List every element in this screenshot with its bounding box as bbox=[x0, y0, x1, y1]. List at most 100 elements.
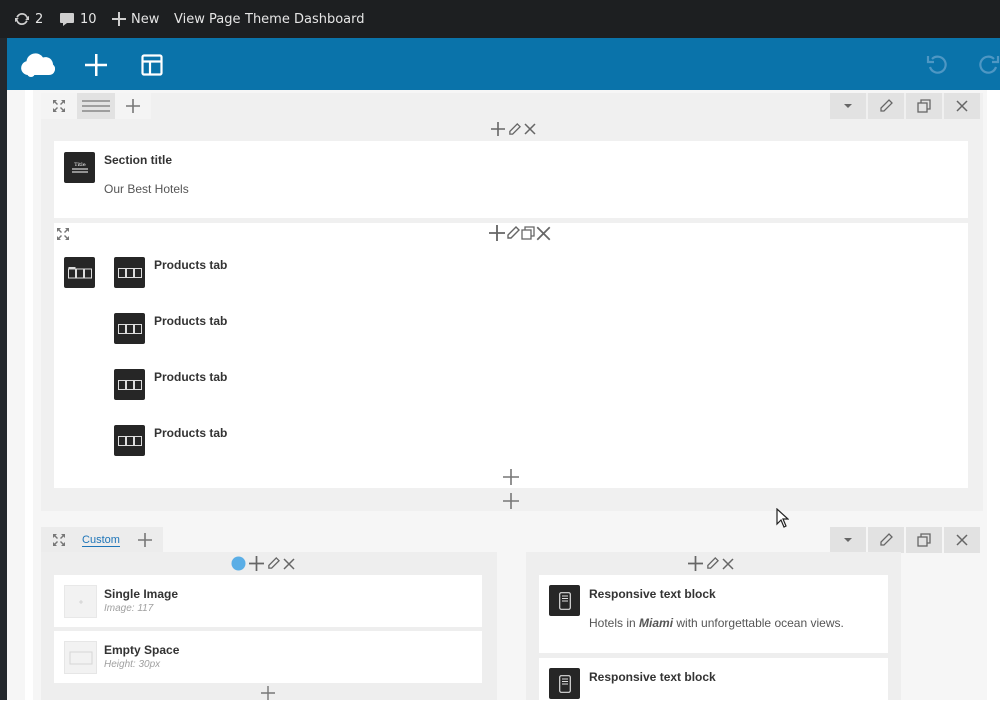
updates-item[interactable]: 2 bbox=[14, 0, 43, 38]
products-tab-title: Products tab bbox=[154, 258, 228, 272]
text-emphasis: Miami bbox=[639, 616, 674, 630]
new-label: New bbox=[131, 11, 160, 27]
comments-item[interactable]: 10 bbox=[59, 0, 97, 38]
svg-text:Title: Title bbox=[74, 162, 86, 168]
row-toggle-button[interactable] bbox=[830, 527, 866, 553]
row-clone-button[interactable] bbox=[906, 527, 942, 553]
theme-dashboard-label: Theme Dashboard bbox=[245, 11, 365, 27]
products-tab-title: Products tab bbox=[154, 370, 228, 384]
row-1: Title Section title Our Best Hotels Prod… bbox=[41, 93, 983, 511]
expand-arrows-icon bbox=[53, 100, 65, 112]
row-move-handle[interactable] bbox=[41, 93, 77, 119]
templates-icon[interactable] bbox=[137, 50, 167, 80]
section-title-element-icon: Title bbox=[64, 152, 95, 183]
caret-down-icon bbox=[844, 538, 852, 542]
column-controls bbox=[231, 556, 295, 571]
add-element-icon[interactable] bbox=[249, 556, 264, 571]
updates-count: 2 bbox=[35, 11, 44, 27]
element-meta: Image: 117 bbox=[104, 603, 154, 614]
column-left: Single Image Image: 117 Empty Space Heig… bbox=[41, 552, 497, 700]
row-delete-button[interactable] bbox=[944, 527, 980, 553]
plus-icon bbox=[126, 99, 140, 113]
expand-arrows-icon bbox=[57, 228, 69, 240]
products-tab-title: Products tab bbox=[154, 314, 228, 328]
add-element-icon[interactable] bbox=[688, 556, 703, 571]
row-custom-layout-tab[interactable]: Custom bbox=[75, 527, 127, 553]
products-tab-icon bbox=[114, 313, 145, 344]
responsive-text-block-element[interactable]: Responsive text block bbox=[539, 658, 888, 700]
element-title: Single Image bbox=[104, 587, 179, 601]
section-title-element[interactable]: Title Section title Our Best Hotels bbox=[54, 141, 968, 218]
element-text: Hotels in Miami with unforgettable ocean… bbox=[589, 616, 844, 630]
text-part: Hotels in bbox=[589, 616, 640, 630]
container-move-handle[interactable] bbox=[56, 227, 70, 246]
clone-icon[interactable] bbox=[521, 226, 535, 240]
row-layout-icon bbox=[82, 100, 110, 112]
plus-icon bbox=[112, 12, 126, 26]
text-block-icon bbox=[549, 585, 580, 616]
pencil-icon[interactable] bbox=[267, 557, 280, 570]
redo-icon[interactable] bbox=[977, 50, 1000, 80]
element-title: Section title bbox=[104, 153, 173, 167]
products-tabs-container[interactable]: Products tab Products tab Products tab P… bbox=[54, 223, 968, 488]
pencil-icon[interactable] bbox=[506, 226, 520, 240]
view-page-label: View Page bbox=[174, 11, 241, 27]
element-subtitle: Our Best Hotels bbox=[104, 182, 189, 196]
add-element-to-row-icon[interactable] bbox=[503, 493, 519, 514]
theme-dashboard-link[interactable]: Theme Dashboard bbox=[245, 0, 365, 38]
row-add-column-button[interactable] bbox=[115, 93, 151, 119]
text-part: with unforgettable ocean views. bbox=[673, 616, 844, 630]
logo-icon[interactable] bbox=[17, 46, 57, 82]
expand-arrows-icon bbox=[53, 534, 65, 546]
row-toggle-button[interactable] bbox=[830, 93, 866, 119]
element-title: Responsive text block bbox=[589, 587, 716, 601]
close-icon[interactable] bbox=[524, 123, 536, 135]
add-element-icon[interactable] bbox=[81, 50, 111, 80]
close-icon bbox=[956, 534, 968, 546]
close-icon[interactable] bbox=[536, 226, 551, 241]
add-tab-icon[interactable] bbox=[503, 469, 519, 490]
container-controls bbox=[489, 225, 551, 241]
editor-toolbar bbox=[7, 38, 1000, 90]
add-element-icon[interactable] bbox=[489, 225, 505, 241]
admin-bar: 2 10 New View Page Theme Dashboard bbox=[0, 0, 1000, 38]
column-controls bbox=[491, 122, 536, 136]
pencil-icon[interactable] bbox=[706, 557, 719, 570]
row-delete-button[interactable] bbox=[944, 93, 980, 119]
text-block-icon bbox=[549, 668, 580, 699]
products-tab-icon bbox=[114, 257, 145, 288]
close-icon[interactable] bbox=[283, 557, 295, 570]
row-add-column-button[interactable] bbox=[127, 527, 163, 553]
undo-icon[interactable] bbox=[922, 50, 952, 80]
row-edit-button[interactable] bbox=[868, 527, 904, 553]
left-edge-strip bbox=[0, 38, 7, 700]
row-layout-button[interactable] bbox=[77, 93, 115, 119]
comments-count: 10 bbox=[80, 11, 97, 27]
pencil-icon[interactable] bbox=[508, 122, 521, 136]
add-element-icon[interactable] bbox=[261, 686, 275, 705]
empty-space-element[interactable]: Empty Space Height: 30px bbox=[54, 631, 482, 683]
responsive-text-block-element[interactable]: Responsive text block Hotels in Miami wi… bbox=[539, 575, 888, 653]
row-edit-button[interactable] bbox=[868, 93, 904, 119]
caret-down-icon bbox=[844, 104, 852, 108]
pencil-icon bbox=[880, 533, 893, 546]
column-status-dot bbox=[231, 556, 246, 571]
clone-icon bbox=[917, 99, 931, 113]
products-tab-icon bbox=[114, 425, 145, 456]
updates-icon bbox=[15, 12, 29, 26]
new-content-item[interactable]: New bbox=[112, 0, 159, 38]
plus-icon bbox=[138, 533, 152, 547]
canvas-gutter-right bbox=[987, 90, 1000, 700]
close-icon[interactable] bbox=[722, 557, 734, 570]
single-image-element[interactable]: Single Image Image: 117 bbox=[54, 575, 482, 627]
row-move-handle[interactable] bbox=[41, 527, 77, 553]
products-tab-title: Products tab bbox=[154, 426, 228, 440]
row-clone-button[interactable] bbox=[906, 93, 942, 119]
element-title: Responsive text block bbox=[589, 670, 716, 684]
add-element-icon[interactable] bbox=[491, 122, 505, 136]
empty-space-icon bbox=[64, 641, 97, 674]
view-page-link[interactable]: View Page bbox=[174, 0, 240, 38]
image-placeholder-icon bbox=[64, 585, 97, 618]
column-right: Responsive text block Hotels in Miami wi… bbox=[526, 552, 901, 700]
tabs-container-icon bbox=[64, 257, 95, 288]
